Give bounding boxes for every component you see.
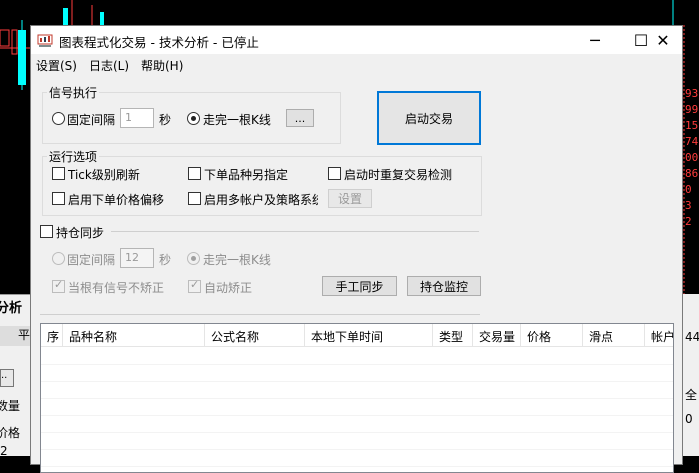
menu-bar: 设置(S) 日志(L) 帮助(H) [31,54,682,74]
tick-refresh-checkbox[interactable] [52,167,65,180]
column-header[interactable]: 公式名称 [205,324,305,347]
price-tick: 3 [685,199,692,212]
multi-account-label: 启用多帐户及策略系统 [204,193,318,207]
price-tick: 93 [685,87,699,100]
check-mark-icon: ✓ [190,278,200,291]
position-monitor-button[interactable]: 持仓监控 [407,276,481,296]
table-row [41,415,673,416]
orders-table[interactable]: 序 品种名称 公式名称 本地下单时间 类型 交易量 价格 滑点 帐户 [40,323,674,473]
sync-fixed-interval-radio[interactable] [52,252,65,265]
minimize-button[interactable]: ─ [572,26,618,54]
candle-bear [0,29,10,47]
candle-bear [11,29,18,55]
window-title: 图表程式化交易 - 技术分析 - 已停止 [59,35,259,50]
manual-sync-button[interactable]: 手工同步 [322,276,397,296]
sync-seconds-label: 秒 [159,253,172,267]
auto-correct-checkbox[interactable]: ✓ [188,278,201,293]
column-header[interactable]: 类型 [433,324,473,347]
dup-trade-check-checkbox[interactable] [328,167,341,180]
position-sync-checkbox[interactable] [40,225,53,238]
table-row [41,364,673,365]
candle-bull [63,8,68,25]
close-button[interactable]: ✕ [638,26,688,54]
no-correct-on-signal-label: 当根有信号不矫正 [68,281,165,295]
background-right-panel: 44 全 0 [683,294,699,456]
price-tick: 99 [685,103,699,116]
background-label-price: 价格 [0,426,21,440]
settings-button[interactable]: 设置 [328,189,372,208]
background-right-label: 全 [685,388,698,402]
table-row [41,466,673,467]
column-header[interactable]: 本地下单时间 [305,324,433,347]
section-divider [40,314,480,315]
position-sync-label: 持仓同步 [56,226,105,240]
tick-refresh-label: Tick级别刷新 [68,168,140,182]
app-logo-icon [37,34,53,47]
background-price-axis: 93 99 15 74 00 86 0 3 2 [685,86,699,230]
column-header[interactable]: 帐户 [645,324,673,347]
sync-bar-complete-radio[interactable] [187,252,200,265]
column-header[interactable]: 交易量 [473,324,521,347]
signal-fixed-interval-label: 固定间隔 [67,113,116,127]
sync-bar-complete-label: 走完一根K线 [203,253,271,267]
candle-bull [18,30,26,85]
trading-dialog-window: 图表程式化交易 - 技术分析 - 已停止 ─ ☐ ✕ 设置(S) 日志(L) 帮… [30,25,683,473]
signal-bar-complete-radio[interactable] [187,112,200,125]
price-offset-checkbox[interactable] [52,192,65,205]
alt-symbol-checkbox[interactable] [188,167,201,180]
position-sync-divider [111,231,479,232]
table-row [41,449,673,450]
no-correct-on-signal-checkbox[interactable]: ✓ [52,278,65,293]
menu-help[interactable]: 帮助(H) [141,57,183,74]
sync-fixed-interval-label: 固定间隔 [67,253,116,267]
price-tick: 86 [685,167,699,180]
signal-bar-complete-label: 走完一根K线 [203,113,271,127]
signal-interval-input[interactable]: 1 [120,108,154,128]
background-label-quantity: 数量 [0,399,21,413]
orders-table-header: 序 品种名称 公式名称 本地下单时间 类型 交易量 价格 滑点 帐户 [41,324,673,347]
multi-account-checkbox[interactable] [188,192,201,205]
background-panel-title: 分析 [0,301,23,316]
candle-bull [100,12,104,25]
column-header[interactable]: 品种名称 [63,324,205,347]
start-trading-button[interactable]: 启动交易 [377,91,481,145]
run-options-title: 运行选项 [47,148,100,165]
signal-execution-title: 信号执行 [47,84,100,101]
auto-correct-label: 自动矫正 [204,281,253,295]
table-row [41,398,673,399]
menu-settings[interactable]: 设置(S) [36,57,77,74]
signal-browse-button[interactable]: ... [286,109,314,127]
sync-interval-input[interactable]: 12 [120,248,154,268]
background-tab[interactable]: 平 [0,326,30,346]
background-right-label: 44 [685,330,699,344]
column-header[interactable]: 滑点 [583,324,645,347]
price-offset-label: 启用下单价格偏移 [68,193,165,207]
price-tick: 15 [685,119,699,132]
check-mark-icon: ✓ [54,278,64,291]
title-bar[interactable]: 图表程式化交易 - 技术分析 - 已停止 ─ ☐ ✕ [31,26,682,54]
background-browse-button[interactable]: .. [0,369,14,387]
menu-log[interactable]: 日志(L) [89,57,129,74]
price-tick: 74 [685,135,699,148]
alt-symbol-label: 下单品种另指定 [204,168,289,182]
price-tick: 2 [685,215,692,228]
column-header[interactable]: 价格 [521,324,583,347]
price-tick: 0 [685,183,692,196]
background-right-label: 0 [685,412,693,426]
table-row [41,381,673,382]
dup-trade-check-label: 启动时重复交易检测 [344,168,453,182]
price-tick: 00 [685,151,699,164]
table-row [41,432,673,433]
signal-fixed-interval-radio[interactable] [52,112,65,125]
column-header[interactable]: 序 [41,324,63,347]
signal-seconds-label: 秒 [159,113,172,127]
